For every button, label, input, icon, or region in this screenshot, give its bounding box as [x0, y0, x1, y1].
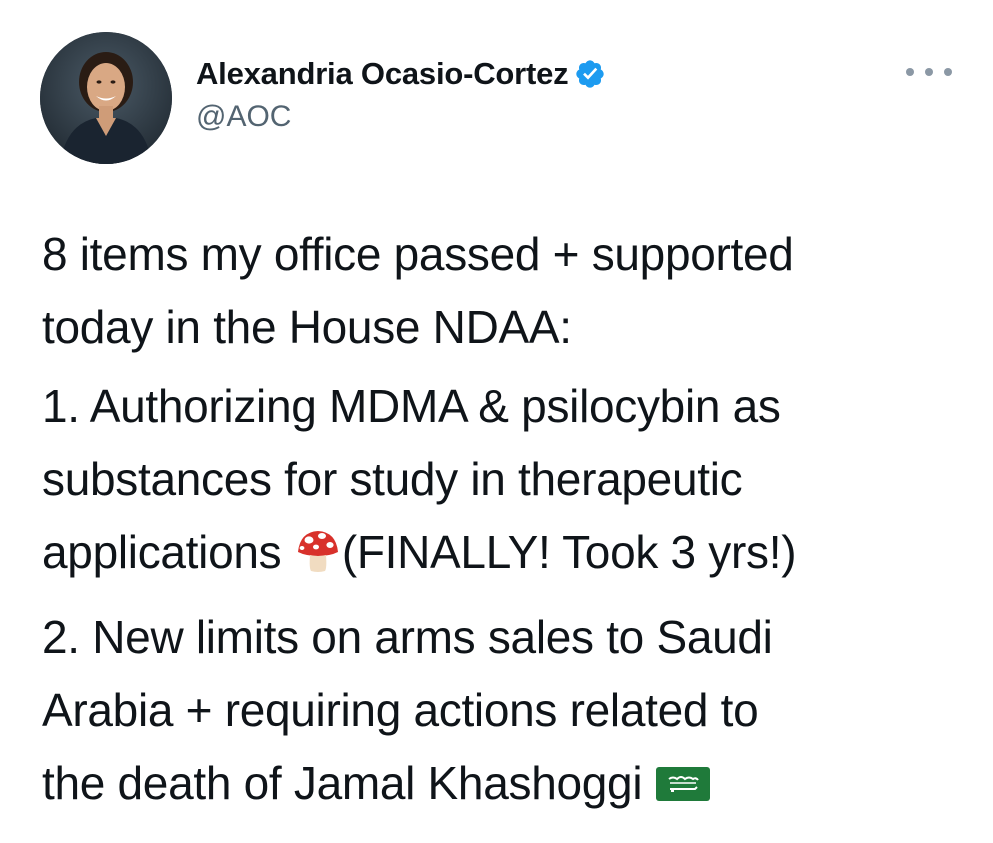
- tweet-intro: 8 items my office passed + supported tod…: [42, 218, 972, 364]
- more-dot: [944, 68, 952, 76]
- text-line: 2. New limits on arms sales to Saudi: [42, 611, 773, 663]
- avatar[interactable]: [40, 32, 172, 164]
- text-line: substances for study in therapeutic: [42, 453, 743, 505]
- author-handle[interactable]: @AOC: [196, 100, 606, 134]
- text-segment: the death of Jamal Khashoggi: [42, 757, 655, 809]
- more-dots-icon: [906, 68, 914, 76]
- verified-badge-icon: [574, 58, 606, 90]
- text-line: Arabia + requiring actions related to: [42, 684, 759, 736]
- text-line-with-emoji: the death of Jamal Khashoggi: [42, 747, 972, 826]
- tweet-item-1: 1. Authorizing MDMA & psilocybin as subs…: [42, 370, 972, 595]
- text-segment: (FINALLY! Took 3 yrs!): [341, 526, 797, 578]
- tweet-text: 8 items my office passed + supported tod…: [42, 218, 972, 832]
- author-name-row: Alexandria Ocasio-Cortez: [196, 54, 606, 94]
- mushroom-icon: [294, 522, 342, 595]
- text-line: 8 items my office passed + supported: [42, 228, 794, 280]
- text-line: today in the House NDAA:: [42, 301, 572, 353]
- more-options-button[interactable]: [906, 58, 952, 86]
- tweet-card: Alexandria Ocasio-Cortez @AOC 8 items my…: [0, 0, 993, 843]
- saudi-flag-icon: [655, 753, 711, 826]
- text-line: 1. Authorizing MDMA & psilocybin as: [42, 380, 781, 432]
- tweet-item-2: 2. New limits on arms sales to Saudi Ara…: [42, 601, 972, 826]
- author-display-name[interactable]: Alexandria Ocasio-Cortez: [196, 56, 569, 92]
- author-block: Alexandria Ocasio-Cortez @AOC: [196, 54, 606, 134]
- text-segment: applications: [42, 526, 294, 578]
- text-line-with-emoji: applications (FINALLY! Took 3 yrs!): [42, 516, 972, 595]
- more-dot: [925, 68, 933, 76]
- profile-photo: [40, 32, 172, 164]
